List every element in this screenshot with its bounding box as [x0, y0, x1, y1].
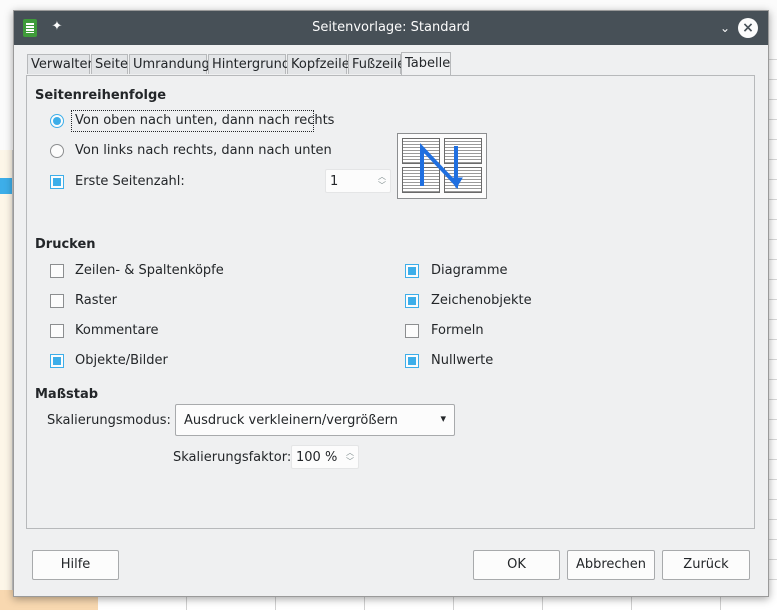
- background-row-headers: [0, 150, 13, 610]
- chevron-down-icon[interactable]: ﹀: [377, 182, 387, 190]
- scale-mode-label: Skalierungsmodus:: [47, 413, 171, 428]
- tab-umrandung[interactable]: Umrandung: [129, 54, 210, 74]
- label-objects[interactable]: Objekte/Bilder: [75, 353, 168, 368]
- title-bar: ✦ Seitenvorlage: Standard ⌄ ×: [14, 11, 768, 45]
- label-formulas[interactable]: Formeln: [431, 323, 484, 338]
- radio-top-down[interactable]: [50, 114, 64, 128]
- close-icon[interactable]: ×: [738, 18, 758, 38]
- reset-button[interactable]: Zurück: [662, 550, 750, 580]
- scale-mode-value[interactable]: Ausdruck verkleinern/vergrößern: [184, 413, 398, 428]
- label-charts[interactable]: Diagramme: [431, 263, 507, 278]
- first-page-value[interactable]: 1: [330, 174, 338, 189]
- label-drawings[interactable]: Zeichenobjekte: [431, 293, 532, 308]
- scale-mode-select[interactable]: Ausdruck verkleinern/vergrößern ▾: [175, 404, 455, 436]
- order-arrow-icon: [420, 142, 463, 190]
- scale-factor-spinner[interactable]: 100 % ︿ ﹀: [291, 445, 359, 469]
- radio-top-down-label[interactable]: Von oben nach unten, dann nach rechts: [75, 113, 334, 128]
- print-heading: Drucken: [35, 237, 96, 252]
- help-button[interactable]: Hilfe: [32, 550, 119, 580]
- dialog-title: Seitenvorlage: Standard: [312, 20, 470, 35]
- chevron-down-icon[interactable]: ⌄: [717, 20, 733, 36]
- checkbox-objects[interactable]: [50, 354, 64, 368]
- checkbox-charts[interactable]: [405, 264, 419, 278]
- tab-fusszeile[interactable]: Fußzeile: [348, 54, 405, 74]
- label-headers[interactable]: Zeilen- & Spaltenköpfe: [75, 263, 224, 278]
- page-style-dialog: ✦ Seitenvorlage: Standard ⌄ × Verwalten …: [13, 10, 769, 597]
- tab-tabelle[interactable]: Tabelle: [401, 52, 451, 76]
- label-grid[interactable]: Raster: [75, 293, 117, 308]
- tab-kopfzeile[interactable]: Kopfzeile: [287, 54, 350, 74]
- checkbox-comments[interactable]: [50, 324, 64, 338]
- cancel-button[interactable]: Abbrechen: [567, 550, 655, 580]
- chevron-down-icon[interactable]: ﹀: [345, 458, 355, 466]
- label-zero-values[interactable]: Nullwerte: [431, 353, 493, 368]
- checkbox-grid[interactable]: [50, 294, 64, 308]
- scale-factor-value[interactable]: 100 %: [296, 450, 337, 465]
- checkbox-headers[interactable]: [50, 264, 64, 278]
- background-selected-row: [0, 178, 12, 194]
- checkbox-drawings[interactable]: [405, 294, 419, 308]
- radio-left-right[interactable]: [50, 144, 64, 158]
- chevron-up-icon[interactable]: ︿: [377, 173, 387, 181]
- tab-hintergrund[interactable]: Hintergrund: [208, 54, 290, 74]
- first-page-spinner[interactable]: 1 ︿ ﹀: [325, 169, 391, 193]
- ok-button[interactable]: OK: [473, 550, 560, 580]
- first-page-checkbox[interactable]: [50, 175, 64, 189]
- page-order-heading: Seitenreihenfolge: [35, 88, 167, 103]
- first-page-label[interactable]: Erste Seitenzahl:: [75, 174, 185, 189]
- scale-heading: Maßstab: [35, 387, 99, 402]
- radio-left-right-label[interactable]: Von links nach rechts, dann nach unten: [75, 143, 332, 158]
- scale-factor-label: Skalierungsfaktor:: [173, 450, 292, 465]
- tab-seite[interactable]: Seite: [91, 54, 128, 74]
- label-comments[interactable]: Kommentare: [75, 323, 159, 338]
- page-order-preview: [397, 133, 487, 199]
- tab-verwalten[interactable]: Verwalten: [27, 54, 96, 74]
- chevron-up-icon[interactable]: ︿: [345, 449, 355, 457]
- checkbox-zero-values[interactable]: [405, 354, 419, 368]
- chevron-down-icon[interactable]: ▾: [440, 412, 446, 425]
- checkbox-formulas[interactable]: [405, 324, 419, 338]
